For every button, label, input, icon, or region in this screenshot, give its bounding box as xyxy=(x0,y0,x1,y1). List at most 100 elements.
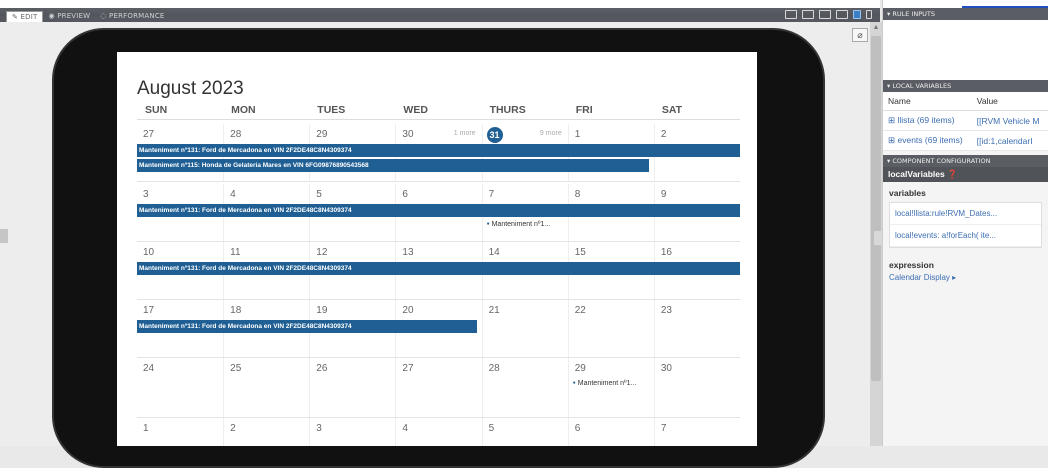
scrollbar-thumb[interactable] xyxy=(871,36,881,381)
calendar-day-cell[interactable]: 30 xyxy=(653,358,740,417)
day-number: 18 xyxy=(230,305,242,316)
day-number: 1 xyxy=(143,423,149,434)
tablet-icon[interactable] xyxy=(853,10,861,19)
calendar-day-cell[interactable]: 21 xyxy=(481,300,568,357)
calendar-day-cell[interactable]: 5 xyxy=(481,418,568,446)
today-day-number: 31 xyxy=(486,127,503,143)
day-number: 22 xyxy=(574,305,586,316)
multi-device-icon[interactable] xyxy=(785,10,797,19)
monitor-icon[interactable] xyxy=(836,10,848,19)
calendar-day-cell[interactable]: 4 xyxy=(395,418,481,446)
day-number: 4 xyxy=(230,189,236,200)
day-number: 14 xyxy=(488,247,500,258)
calendar-day-cell[interactable]: 1 xyxy=(137,418,223,446)
calendar-event-bar[interactable]: Manteniment nº131: Ford de Mercadona en … xyxy=(137,262,740,275)
day-number: 13 xyxy=(402,247,414,258)
rule-inputs-area xyxy=(883,20,1048,80)
weekday-header: SUN MON TUES WED THURS FRI SAT xyxy=(137,104,740,120)
day-number: 11 xyxy=(230,247,241,258)
local-variables-header[interactable]: ▾ LOCAL VARIABLES xyxy=(883,80,1048,92)
local-variables-table: Name Value ⊞ llista (69 items) [[RVM Veh… xyxy=(883,92,1048,151)
laptop-icon[interactable] xyxy=(819,10,831,19)
day-number: 12 xyxy=(316,247,328,258)
device-selector xyxy=(785,10,872,19)
weekday-label: FRI xyxy=(575,104,593,116)
calendar-week-row: 17 18 19 20 21 22 23 Manteniment nº131: Ford de… xyxy=(137,300,740,358)
calendar-week-row: 10 11 12 13 14 15 16 Manteniment nº131: Ford de… xyxy=(137,242,740,300)
table-row[interactable]: ⊞ llista (69 items) [[RVM Vehicle M xyxy=(883,110,1048,131)
calendar-day-cell[interactable]: 26 xyxy=(309,358,395,417)
left-collapse-handle[interactable] xyxy=(0,229,8,243)
scroll-up-arrow-icon[interactable]: ▲ xyxy=(871,24,881,34)
day-number: 28 xyxy=(488,363,500,374)
day-number: 7 xyxy=(660,423,667,434)
day-number: 23 xyxy=(660,305,672,316)
day-number: 28 xyxy=(230,129,242,140)
calendar-day-cell[interactable]: 28 xyxy=(481,358,568,417)
calendar-event-dot[interactable]: Manteniment nº1... xyxy=(573,380,637,387)
calendar-day-cell[interactable]: 27 xyxy=(395,358,481,417)
calendar-day-cell[interactable]: 22 xyxy=(567,300,654,357)
col-name: Name xyxy=(883,92,972,111)
day-number: 17 xyxy=(143,305,155,316)
calendar-day-cell[interactable]: 7 xyxy=(653,418,740,446)
right-panel: ▾ RULE INPUTS ▾ LOCAL VARIABLES Name Val… xyxy=(882,0,1048,446)
rule-inputs-label: RULE INPUTS xyxy=(892,10,935,18)
day-number: 10 xyxy=(143,247,155,258)
calendar-day-cell[interactable]: 29 xyxy=(567,358,654,417)
variable-item[interactable]: local!events: a!forEach( ite... xyxy=(890,225,1041,247)
calendar-day-cell[interactable]: 6 xyxy=(567,418,654,446)
calendar-event-dot[interactable]: Manteniment nº1... xyxy=(487,221,551,228)
paint-brush-icon[interactable]: ⌀ xyxy=(852,28,868,42)
more-events-link[interactable]: 1 more xyxy=(454,130,476,137)
calendar-event-bar[interactable]: Manteniment nº131: Ford de Mercadona en … xyxy=(137,320,477,333)
expression-link[interactable]: Calendar Display ▸ xyxy=(883,272,1048,283)
day-number: 24 xyxy=(143,363,155,374)
day-number: 2 xyxy=(230,423,236,434)
calendar-week-row: 1 2 3 4 5 6 7 xyxy=(137,418,740,446)
var-name: llista (69 items) xyxy=(897,115,955,125)
day-number: 29 xyxy=(316,129,328,140)
day-number: 6 xyxy=(574,423,581,434)
weekday-label: TUES xyxy=(317,104,346,116)
desktop-icon[interactable] xyxy=(802,10,814,19)
weekday-label: MON xyxy=(231,104,256,116)
day-number: 3 xyxy=(143,189,149,200)
variables-label: variables xyxy=(889,188,926,198)
calendar-day-cell[interactable]: 2 xyxy=(223,418,309,446)
calendar-day-cell[interactable]: 25 xyxy=(223,358,309,417)
calendar-event-bar[interactable]: Manteniment nº131: Ford de Mercadona en … xyxy=(137,144,740,157)
weekday-label: SAT xyxy=(661,104,683,116)
day-number: 5 xyxy=(316,189,322,200)
phone-icon[interactable] xyxy=(866,10,872,19)
weekday-label: WED xyxy=(403,104,428,116)
pencil-icon: ✎ xyxy=(12,13,21,21)
calendar-week-row: 27 28 29 30 31 1 2 1 more 9 more Manteniment nº13… xyxy=(137,124,740,182)
calendar-event-bar[interactable]: Manteniment nº115: Honda de Gelateria Ma… xyxy=(137,159,649,172)
tab-performance-label: PERFORMANCE xyxy=(109,12,165,20)
more-events-link[interactable]: 9 more xyxy=(540,130,562,137)
var-value: [[RVM Vehicle M xyxy=(971,110,1048,131)
component-name: localVariables ❓ xyxy=(883,167,1048,182)
help-icon[interactable]: ❓ xyxy=(947,169,958,179)
calendar-day-cell[interactable]: 3 xyxy=(309,418,395,446)
variable-item[interactable]: local!llista:rule!RVM_Dates... xyxy=(890,203,1041,225)
day-number: 3 xyxy=(316,423,322,434)
day-number: 25 xyxy=(230,363,242,374)
calendar-title: August 2023 xyxy=(137,78,244,99)
day-number: 27 xyxy=(143,129,155,140)
calendar-day-cell[interactable]: 23 xyxy=(653,300,740,357)
rule-inputs-header[interactable]: ▾ RULE INPUTS xyxy=(883,8,1048,20)
day-number: 15 xyxy=(574,247,586,258)
day-number: 30 xyxy=(660,363,672,374)
right-collapse-handle[interactable] xyxy=(874,231,882,245)
local-variables-label: LOCAL VARIABLES xyxy=(892,82,952,90)
day-number: 4 xyxy=(402,423,408,434)
table-row[interactable]: ⊞ events (69 items) [[id:1,calendarI xyxy=(883,130,1048,151)
calendar-event-bar[interactable]: Manteniment nº131: Ford de Mercadona en … xyxy=(137,204,740,217)
day-number: 26 xyxy=(316,363,328,374)
day-number: 20 xyxy=(402,305,414,316)
calendar-day-cell[interactable]: 24 xyxy=(137,358,223,417)
component-config-header[interactable]: ▾ COMPONENT CONFIGURATION xyxy=(883,155,1048,167)
expression-label: expression xyxy=(889,260,934,270)
